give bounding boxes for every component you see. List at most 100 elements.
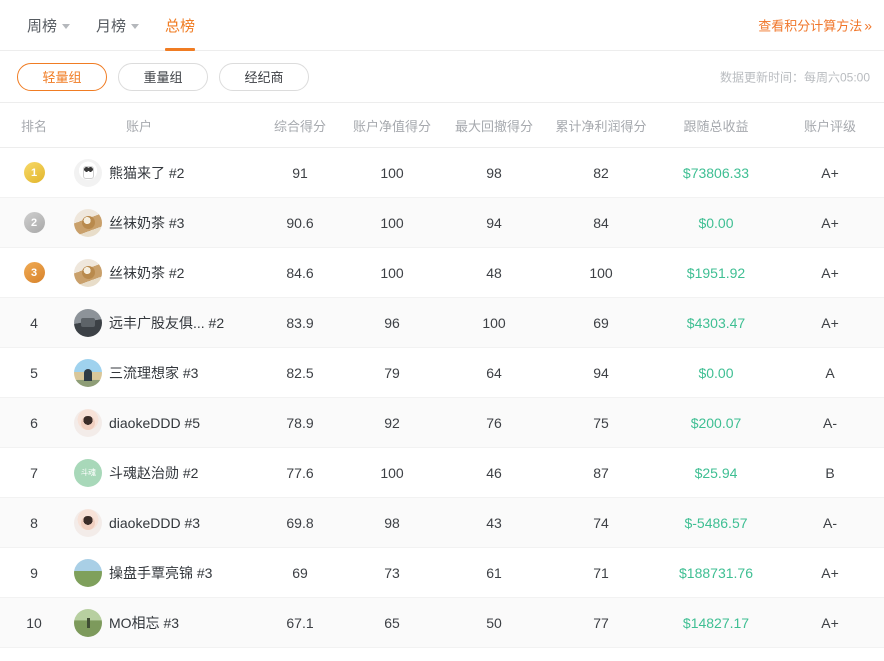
table-body: 1 熊猫来了 #2 91 100 98 82 $73806.33 A+ 2 丝袜奶茶 #3 90.6…: [0, 148, 884, 648]
cell-total-score: 83.9: [286, 314, 314, 331]
cell-profit-score: 74: [593, 514, 609, 531]
cell-rating: A+: [821, 314, 839, 331]
cell-follow-income: $1951.92: [686, 264, 746, 281]
avatar: [74, 258, 102, 287]
chevron-down-icon: [131, 23, 140, 29]
cell-account[interactable]: 远丰广股友俱... #2: [68, 308, 258, 337]
cell-rating: A+: [821, 214, 839, 231]
ranking-period-tabs: 周榜 月榜 总榜: [0, 0, 208, 51]
cell-net-score: 100: [380, 214, 404, 231]
cell-profit-score: 82: [593, 164, 609, 181]
tab-label: 月榜: [96, 17, 127, 35]
cell-drawdown-score: 100: [482, 314, 506, 331]
column-header-total-score: 综合得分: [273, 118, 326, 134]
cell-rank: 7: [0, 465, 68, 481]
tab-weekly[interactable]: 周榜: [14, 0, 83, 51]
column-header-drawdown-score: 最大回撤得分: [454, 118, 533, 134]
tab-monthly[interactable]: 月榜: [83, 0, 152, 51]
cell-net-score: 73: [384, 564, 400, 581]
cell-rank: 2: [0, 212, 68, 233]
cell-rank: 3: [0, 262, 68, 283]
rank-number: 9: [30, 564, 38, 581]
cell-follow-income: $4303.47: [686, 314, 746, 331]
column-header-rank: 排名: [20, 118, 47, 134]
avatar-text: 斗魂: [80, 468, 97, 477]
cell-follow-income: $73806.33: [682, 164, 750, 181]
cell-follow-income: $188731.76: [679, 564, 753, 581]
cell-profit-score: 94: [593, 364, 609, 381]
cell-account[interactable]: 操盘手覃亮锦 #3: [68, 558, 258, 587]
cell-rating: A-: [823, 414, 837, 431]
cell-account[interactable]: MO相忘 #3: [68, 608, 258, 637]
rank-number: 5: [30, 364, 38, 381]
avatar: [74, 608, 102, 637]
cell-drawdown-score: 98: [486, 164, 502, 181]
cell-rating: B: [825, 464, 835, 481]
tab-label: 总榜: [165, 17, 196, 35]
filter-pill-light-group[interactable]: 轻量组: [17, 62, 107, 91]
account-name: 熊猫来了 #2: [109, 164, 185, 181]
table-row[interactable]: 3 丝袜奶茶 #2 84.6 100 48 100 $1951.92 A+: [0, 248, 884, 298]
cell-rank: 8: [0, 515, 68, 531]
score-method-link[interactable]: 查看积分计算方法 »: [758, 16, 872, 35]
avatar: [74, 508, 102, 537]
medal-badge-gold: 1: [23, 162, 45, 183]
rank-number: 4: [30, 314, 38, 331]
table-row[interactable]: 6 diaokeDDD #5 78.9 92 76 75 $200.07 A-: [0, 398, 884, 448]
tab-overall[interactable]: 总榜: [152, 0, 208, 51]
account-name: 丝袜奶茶 #2: [109, 264, 185, 281]
cell-account[interactable]: diaokeDDD #5: [68, 408, 258, 437]
table-row[interactable]: 9 操盘手覃亮锦 #3 69 73 61 71 $188731.76 A+: [0, 548, 884, 598]
cell-net-score: 96: [384, 314, 400, 331]
account-name: MO相忘 #3: [109, 614, 180, 631]
cell-account[interactable]: 斗魂 斗魂赵治勋 #2: [68, 458, 258, 487]
chevron-down-icon: [62, 23, 71, 29]
rank-number: 8: [30, 514, 38, 531]
column-header-net-score: 账户净值得分: [352, 118, 431, 134]
account-name: 斗魂赵治勋 #2: [109, 464, 199, 481]
cell-rank: 10: [0, 615, 68, 631]
account-name: 三流理想家 #3: [109, 364, 199, 381]
table-row[interactable]: 5 三流理想家 #3 82.5 79 64 94 $0.00 A: [0, 348, 884, 398]
table-row[interactable]: 4 远丰广股友俱... #2 83.9 96 100 69 $4303.47 A+: [0, 298, 884, 348]
avatar: [74, 558, 102, 587]
cell-follow-income: $200.07: [690, 414, 742, 431]
cell-total-score: 77.6: [286, 464, 314, 481]
cell-account[interactable]: 丝袜奶茶 #3: [68, 208, 258, 237]
cell-net-score: 100: [380, 464, 404, 481]
filter-pill-label: 经纪商: [244, 70, 284, 85]
cell-rating: A+: [821, 564, 839, 581]
cell-total-score: 90.6: [286, 214, 314, 231]
group-filter-bar: 轻量组 重量组 经纪商 数据更新时间：每周六05:00: [0, 51, 884, 103]
cell-account[interactable]: diaokeDDD #3: [68, 508, 258, 537]
cell-profit-score: 69: [593, 314, 609, 331]
table-row[interactable]: 1 熊猫来了 #2 91 100 98 82 $73806.33 A+: [0, 148, 884, 198]
cell-profit-score: 77: [593, 614, 609, 631]
cell-account[interactable]: 熊猫来了 #2: [68, 158, 258, 187]
cell-rating: A+: [821, 614, 839, 631]
cell-account[interactable]: 三流理想家 #3: [68, 358, 258, 387]
cell-net-score: 65: [384, 614, 400, 631]
table-row[interactable]: 7 斗魂 斗魂赵治勋 #2 77.6 100 46 87 $25.94 B: [0, 448, 884, 498]
avatar: [74, 158, 102, 187]
account-name: 远丰广股友俱... #2: [109, 314, 225, 331]
cell-account[interactable]: 丝袜奶茶 #2: [68, 258, 258, 287]
medal-badge-silver: 2: [23, 212, 45, 233]
avatar: [74, 408, 102, 437]
filter-pill-broker[interactable]: 经纪商: [219, 62, 309, 91]
cell-total-score: 82.5: [286, 364, 314, 381]
cell-profit-score: 75: [593, 414, 609, 431]
cell-drawdown-score: 46: [486, 464, 502, 481]
account-name: 丝袜奶茶 #3: [109, 214, 185, 231]
cell-net-score: 100: [380, 264, 404, 281]
table-row[interactable]: 10 MO相忘 #3 67.1 65 50 77 $14827.17 A+: [0, 598, 884, 648]
cell-follow-income: $25.94: [694, 464, 738, 481]
cell-drawdown-score: 76: [486, 414, 502, 431]
cell-drawdown-score: 43: [486, 514, 502, 531]
cell-rating: A-: [823, 514, 837, 531]
table-row[interactable]: 2 丝袜奶茶 #3 90.6 100 94 84 $0.00 A+: [0, 198, 884, 248]
cell-drawdown-score: 61: [486, 564, 502, 581]
filter-pill-heavy-group[interactable]: 重量组: [118, 62, 208, 91]
table-row[interactable]: 8 diaokeDDD #3 69.8 98 43 74 $-5486.57 A-: [0, 498, 884, 548]
cell-follow-income: $0.00: [698, 364, 734, 381]
